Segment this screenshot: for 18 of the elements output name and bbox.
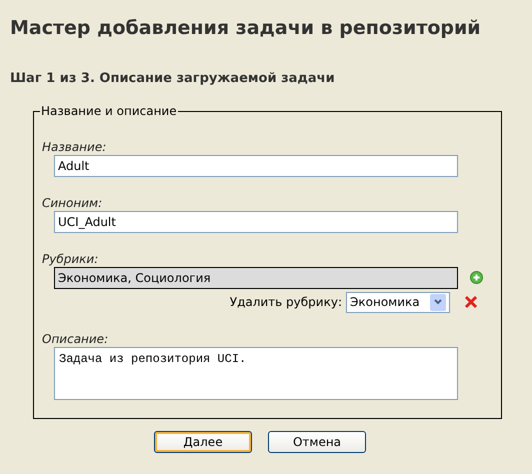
remove-category-label: Удалить рубрику:: [230, 294, 342, 312]
category-select[interactable]: Экономика: [346, 292, 450, 313]
dialog-button[interactable]: Далее: [154, 430, 252, 453]
categories-field[interactable]: Экономика, Социология: [54, 266, 458, 289]
text-field[interactable]: Adult: [54, 154, 458, 177]
text-field[interactable]: UCI_Adult: [54, 210, 458, 233]
dialog-button[interactable]: Отмена: [268, 430, 366, 453]
step-heading: Шаг 1 из 3. Описание загружаемой задачи: [9, 71, 336, 87]
delete-icon[interactable]: [464, 295, 478, 310]
caret-icon: [430, 294, 446, 311]
field-label: Рубрики:: [42, 252, 100, 267]
description-field[interactable]: Задача из репозитория UCI.: [54, 346, 458, 400]
page-title: Мастер добавления задачи в репозиторий: [9, 16, 482, 40]
add-icon[interactable]: [470, 271, 483, 284]
field-label: Описание:: [42, 332, 110, 347]
field-label: Синоним:: [42, 196, 104, 211]
field-label: Название:: [42, 140, 108, 155]
fieldset-legend: Название и описание: [40, 104, 178, 118]
